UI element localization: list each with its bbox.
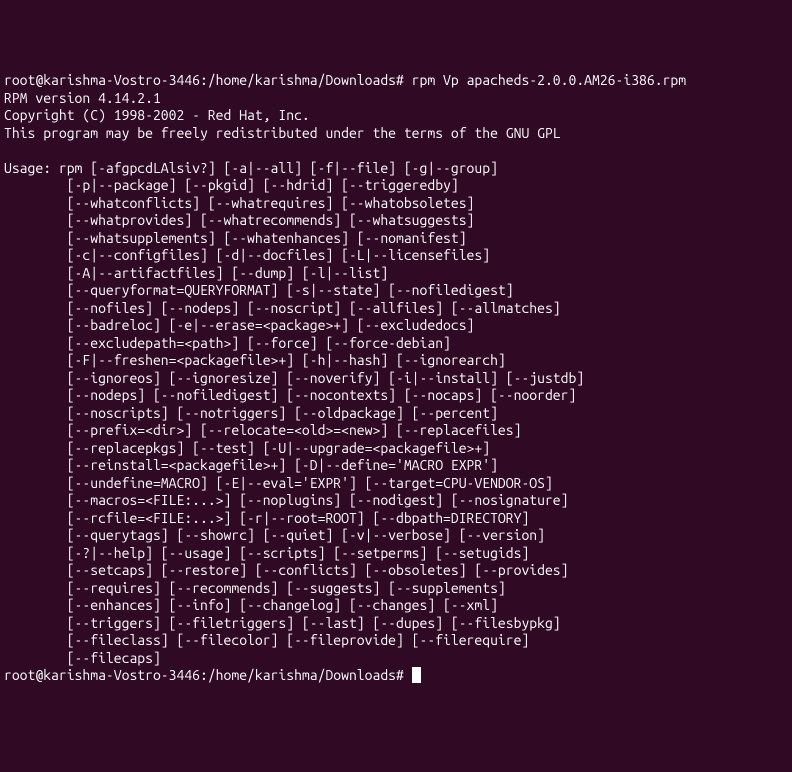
usage-line: [--filecaps] [4,650,161,666]
usage-line: [--whatprovides] [--whatrecommends] [--w… [4,212,474,228]
usage-line: [-?|--help] [--usage] [--scripts] [--set… [4,545,529,561]
usage-line: [--setcaps] [--restore] [--conflicts] [-… [4,562,568,578]
usage-line: [--noscripts] [--notriggers] [--oldpacka… [4,405,498,421]
usage-line: [--querytags] [--showrc] [--quiet] [-v|-… [4,527,545,543]
usage-line: Usage: rpm [-afgpcdLAlsiv?] [-a|--all] [… [4,160,498,176]
usage-line: [-F|--freshen=<packagefile>+] [-h|--hash… [4,352,506,368]
usage-line: [--undefine=MACRO] [-E|--eval='EXPR'] [-… [4,475,553,491]
prompt-line-2[interactable]: root@karishma-Vostro-3446:/home/karishma… [4,667,421,683]
prompt-path: :/home/karishma/Downloads# [200,72,404,88]
copyright: Copyright (C) 1998-2002 - Red Hat, Inc. [4,107,310,123]
prompt-user: root@karishma-Vostro-3446 [4,667,200,683]
usage-line: [--queryformat=QUERYFORMAT] [-s|--state]… [4,282,514,298]
usage-line: [--badreloc] [-e|--erase=<package>+] [--… [4,317,474,333]
usage-line: [--whatconflicts] [--whatrequires] [--wh… [4,195,474,211]
prompt-user: root@karishma-Vostro-3446 [4,72,200,88]
usage-line: [--enhances] [--info] [--changelog] [--c… [4,597,498,613]
usage-line: [--replacepkgs] [--test] [-U|--upgrade=<… [4,440,490,456]
prompt-path: :/home/karishma/Downloads# [200,667,404,683]
usage-line: [--requires] [--recommends] [--suggests]… [4,580,506,596]
usage-line: [--excludepath=<path>] [--force] [--forc… [4,335,451,351]
usage-line: [--whatsupplements] [--whatenhances] [--… [4,230,467,246]
usage-line: [--nofiles] [--nodeps] [--noscript] [--a… [4,300,561,316]
usage-line: [--prefix=<dir>] [--relocate=<old>=<new>… [4,422,521,438]
terminal-output: root@karishma-Vostro-3446:/home/karishma… [4,72,788,685]
usage-line: [--fileclass] [--filecolor] [--fileprovi… [4,632,529,648]
usage-line: [--nodeps] [--nofiledigest] [--nocontext… [4,387,576,403]
prompt-line-1: root@karishma-Vostro-3446:/home/karishma… [4,72,686,88]
usage-line: [--reinstall=<packagefile>+] [-D|--defin… [4,457,498,473]
usage-line: [--ignoreos] [--ignoresize] [--noverify]… [4,370,584,386]
command-text: rpm Vp apacheds-2.0.0.AM26-i386.rpm [404,72,686,88]
usage-line: [-p|--package] [--pkgid] [--hdrid] [--tr… [4,177,459,193]
license: This program may be freely redistributed… [4,125,561,141]
cursor [412,667,421,683]
rpm-version: RPM version 4.14.2.1 [4,90,161,106]
usage-line: [-A|--artifactfiles] [--dump] [-l|--list… [4,265,388,281]
usage-line: [--rcfile=<FILE:...>] [-r|--root=ROOT] [… [4,510,529,526]
command-input[interactable] [404,667,412,683]
usage-line: [-c|--configfiles] [-d|--docfiles] [-L|-… [4,247,490,263]
usage-line: [--triggers] [--filetriggers] [--last] [… [4,615,561,631]
usage-line: [--macros=<FILE:...>] [--noplugins] [--n… [4,492,568,508]
